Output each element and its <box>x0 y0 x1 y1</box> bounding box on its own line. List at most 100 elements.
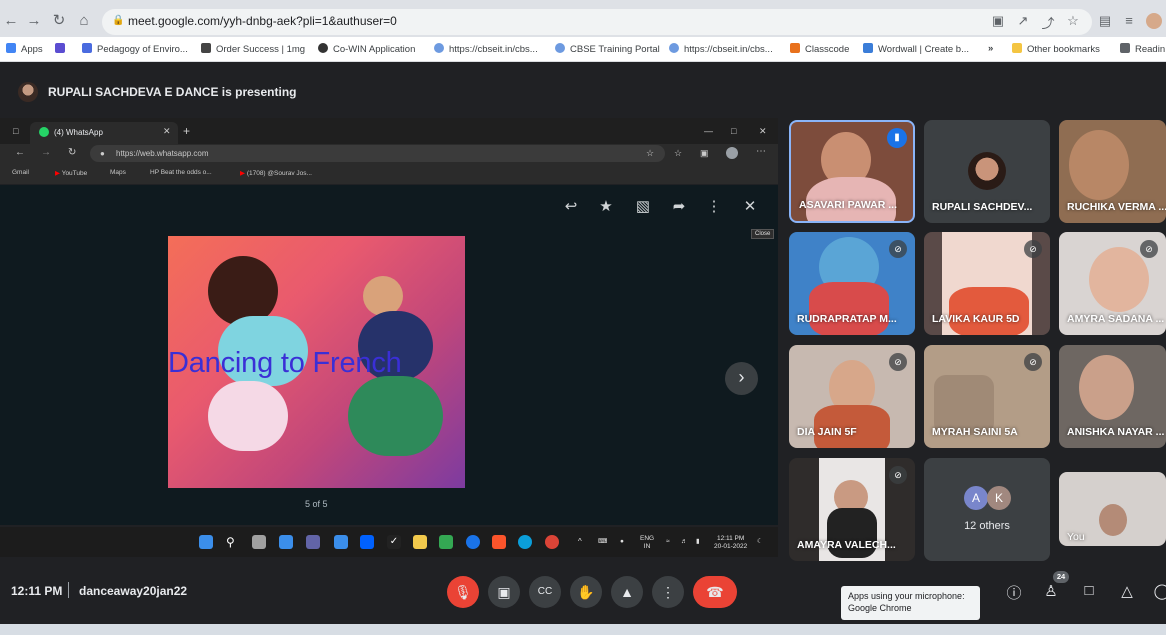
others-avatar-k: K <box>987 486 1011 510</box>
participant-face <box>1069 130 1129 200</box>
photo-caption: Dancing to French <box>168 347 402 379</box>
image-counter: 5 of 5 <box>305 499 328 509</box>
meeting-code: danceaway20jan22 <box>79 584 188 598</box>
tile-others[interactable]: A K 12 others <box>924 458 1050 561</box>
bookmark-mail[interactable] <box>55 43 70 55</box>
bookmark-cbseit-1[interactable]: https://cbseit.in/cbs... <box>434 43 538 55</box>
star-icon: ★ <box>599 198 613 215</box>
bookmark-classcode[interactable]: Classcode <box>790 43 849 55</box>
bookmark-cbseit-2[interactable]: https://cbseit.in/cbs... <box>669 43 773 55</box>
open-external-icon[interactable]: ↗ <box>1015 13 1031 29</box>
participant-name: RUCHIKA VERMA ... <box>1067 201 1166 213</box>
tile-rupali[interactable]: RUPALI SACHDEV... <box>924 120 1050 223</box>
tray-language: ENG IN <box>640 535 655 550</box>
bookmark-1mg[interactable]: Order Success | 1mg <box>201 43 305 55</box>
close-tooltip: Close <box>751 229 775 239</box>
whatsapp-tab-title: (4) WhatsApp <box>54 128 103 137</box>
s-logo-icon <box>82 43 92 53</box>
participant-face <box>1079 355 1134 420</box>
bookmark-cowin[interactable]: Co-WIN Application <box>318 43 415 55</box>
lock-icon[interactable]: 🔒 <box>112 15 124 26</box>
camera-icon[interactable]: ▣ <box>990 13 1006 29</box>
edge-collections-icon: ☆ <box>674 148 683 158</box>
tile-rudrapratap[interactable]: ⊘ RUDRAPRATAP M... <box>789 232 915 335</box>
tile-amyra-sadana[interactable]: ⊘ AMYRA SADANA ... <box>1059 232 1166 335</box>
bookmark-other[interactable]: Other bookmarks <box>1012 43 1100 55</box>
tile-dia[interactable]: ⊘ DIA JAIN 5F <box>789 345 915 448</box>
participant-count-badge: 24 <box>1053 571 1069 583</box>
participant-name: RUDRAPRATAP M... <box>797 313 897 325</box>
reading-list-icon <box>1120 43 1130 53</box>
tile-myrah[interactable]: ⊘ MYRAH SAINI 5A <box>924 345 1050 448</box>
profile-avatar[interactable] <box>1146 13 1162 29</box>
keyboard-icon: ⌨ <box>598 538 608 545</box>
notifications-icon: ☾ <box>757 538 763 545</box>
tile-ruchika[interactable]: RUCHIKA VERMA ... <box>1059 120 1166 223</box>
volume-icon: ♬ <box>681 538 688 545</box>
whatsapp-tab <box>30 122 178 144</box>
maximize-icon: □ <box>731 126 737 136</box>
edge-icon <box>518 535 532 549</box>
participant-body <box>809 282 889 335</box>
task-view-icon <box>252 535 266 549</box>
activities-icon[interactable]: △ <box>1117 582 1137 600</box>
camera-button[interactable]: ▣ <box>488 576 520 608</box>
bookmark-reading[interactable]: Readin <box>1120 43 1165 55</box>
delete-icon: ▧ <box>635 198 651 215</box>
search-icon: ⚲ <box>226 535 235 549</box>
edge-bookmark-youtube: ▶ YouTube <box>55 170 88 177</box>
bookmark-cbse-training[interactable]: CBSE Training Portal <box>555 43 660 55</box>
presenter-avatar <box>18 82 38 102</box>
others-count: 12 others <box>964 520 1010 532</box>
present-button[interactable]: ▲ <box>611 576 643 608</box>
bookmark-wordwall[interactable]: Wordwall | Create b... <box>863 43 969 55</box>
participant-body <box>949 287 1029 335</box>
new-tab-icon: + <box>183 124 191 138</box>
captions-button[interactable]: CC <box>529 576 561 608</box>
cbse-icon <box>555 43 565 53</box>
end-call-button[interactable]: ☎ <box>693 576 737 608</box>
cbse-icon <box>434 43 444 53</box>
meeting-details-icon[interactable]: ⓘ <box>1004 582 1024 603</box>
widgets-icon <box>279 535 293 549</box>
battery-icon: ▮ <box>696 538 700 545</box>
edge-refresh-icon: ↻ <box>68 147 77 158</box>
address-text[interactable]: meet.google.com/yyh-dnbg-aek?pli=1&authu… <box>128 14 397 28</box>
share-icon[interactable]: ⤴ <box>1040 13 1056 32</box>
tile-asavari[interactable]: ▮ ASAVARI PAWAR ... <box>789 120 915 223</box>
wordwall-icon <box>863 43 873 53</box>
more-vertical-icon: ⋮ <box>706 198 722 215</box>
bookmark-apps[interactable]: Apps <box>6 43 43 55</box>
presenting-banner: RUPALI SACHDEVA E DANCE is presenting <box>48 85 297 99</box>
store-icon <box>439 535 453 549</box>
dropbox-icon <box>360 535 374 549</box>
reload-icon[interactable]: ↻ <box>50 13 68 29</box>
mic-off-button[interactable]: 🎙 <box>447 576 479 608</box>
tile-anishka[interactable]: ANISHKA NAYAR ... <box>1059 345 1166 448</box>
reply-icon: ↩ <box>564 198 578 215</box>
reading-list-icon[interactable]: ≡ <box>1121 13 1137 28</box>
home-icon[interactable]: ⌂ <box>75 13 93 29</box>
dancer-1-pants <box>208 381 288 451</box>
more-bookmarks-chevron[interactable]: » <box>988 43 993 54</box>
teams-icon <box>306 535 320 549</box>
toast-line-1: Apps using your microphone: <box>848 591 965 601</box>
extensions-icon[interactable]: ▤ <box>1097 13 1113 29</box>
star-icon[interactable]: ☆ <box>1065 13 1081 29</box>
host-controls-icon[interactable]: ◯ <box>1152 582 1166 600</box>
back-icon[interactable]: ← <box>2 13 20 29</box>
tile-lavika[interactable]: ⊘ LAVIKA KAUR 5D <box>924 232 1050 335</box>
window-close-icon: ✕ <box>759 126 767 136</box>
file-explorer-icon <box>413 535 427 549</box>
toast-line-2: Google Chrome <box>848 603 912 613</box>
tile-self[interactable]: You <box>1059 472 1166 546</box>
forward-icon[interactable]: → <box>25 13 43 29</box>
people-icon[interactable]: ♙ <box>1041 582 1061 600</box>
more-options-button[interactable]: ⋮ <box>652 576 684 608</box>
raise-hand-button[interactable]: ✋ <box>570 576 602 608</box>
chat-icon[interactable]: □ <box>1079 582 1099 599</box>
participant-name: MYRAH SAINI 5A <box>932 426 1018 438</box>
tile-amayra-valech[interactable]: ⊘ AMAYRA VALECH... <box>789 458 915 561</box>
globe-icon <box>318 43 328 53</box>
bookmark-pedagogy[interactable]: Pedagogy of Enviro... <box>82 43 188 55</box>
